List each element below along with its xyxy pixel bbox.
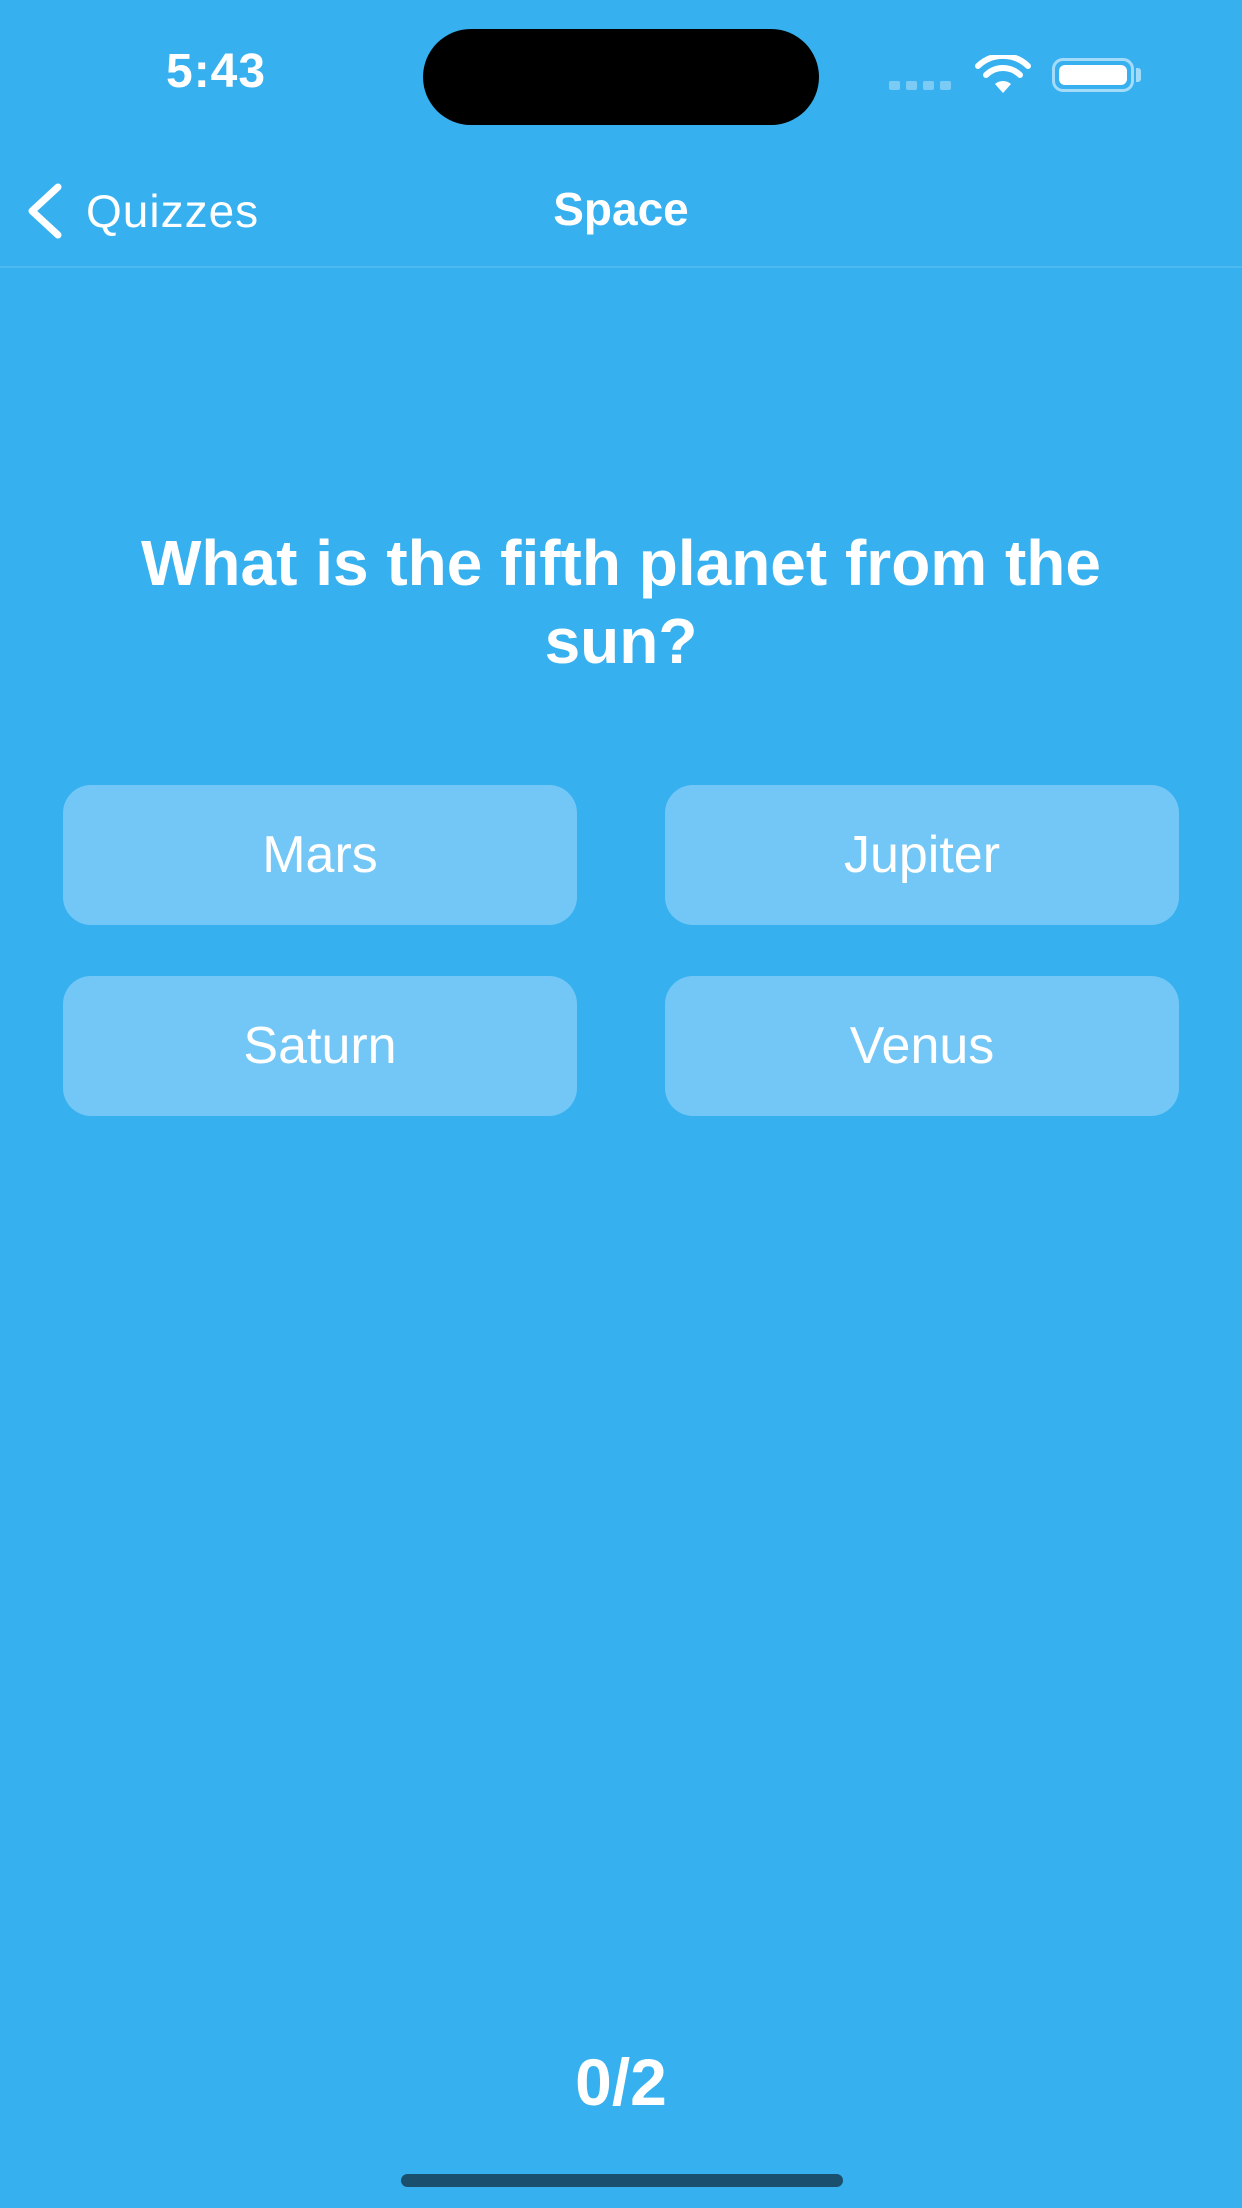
battery-level bbox=[1059, 65, 1127, 85]
quiz-screen: 5:43 Quizzes Space What is the fifth pla… bbox=[0, 0, 1242, 2208]
status-time: 5:43 bbox=[166, 45, 267, 98]
battery-icon bbox=[1052, 58, 1134, 92]
answer-button-jupiter[interactable]: Jupiter bbox=[665, 785, 1179, 925]
score-counter: 0/2 bbox=[575, 2045, 667, 2119]
answer-button-venus[interactable]: Venus bbox=[665, 976, 1179, 1116]
answer-button-saturn[interactable]: Saturn bbox=[63, 976, 577, 1116]
page-title: Space bbox=[553, 183, 689, 235]
cellular-signal-icon bbox=[889, 81, 953, 93]
battery-cap bbox=[1136, 68, 1141, 82]
home-indicator[interactable] bbox=[401, 2174, 843, 2187]
dynamic-island bbox=[423, 29, 819, 125]
wifi-icon bbox=[975, 52, 1031, 95]
answer-button-mars[interactable]: Mars bbox=[63, 785, 577, 925]
question-text: What is the fifth planet from the sun? bbox=[141, 527, 1101, 677]
nav-divider bbox=[0, 266, 1242, 268]
